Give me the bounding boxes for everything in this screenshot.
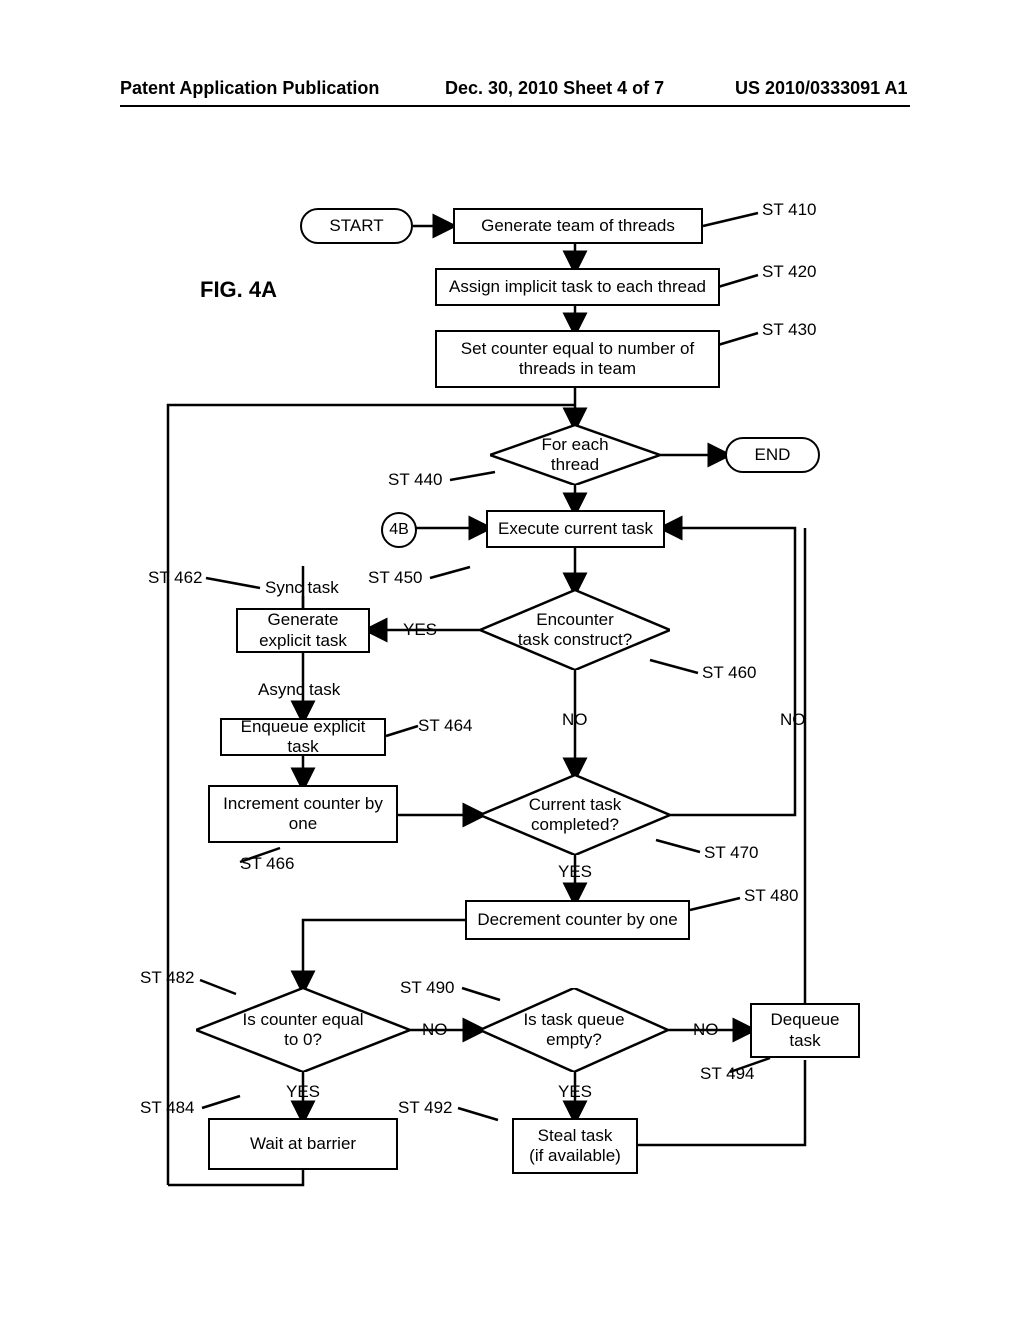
edge-sync: Sync task <box>265 578 339 598</box>
edge-yes-460: YES <box>403 620 437 640</box>
ref-440: ST 440 <box>388 470 443 490</box>
ref-470: ST 470 <box>704 843 759 863</box>
step-464: Enqueue explicit task <box>220 718 386 756</box>
edge-yes-470: YES <box>558 862 592 882</box>
step-480: Decrement counter by one <box>465 900 690 940</box>
ref-450: ST 450 <box>368 568 423 588</box>
terminal-start: START <box>300 208 413 244</box>
step-492: Steal task (if available) <box>512 1118 638 1174</box>
ref-420: ST 420 <box>762 262 817 282</box>
step-462: Generate explicit task <box>236 608 370 653</box>
ref-480: ST 480 <box>744 886 799 906</box>
edge-yes-482: YES <box>286 1082 320 1102</box>
offpage-connector-4b: 4B <box>381 512 417 548</box>
ref-410: ST 410 <box>762 200 817 220</box>
ref-460: ST 460 <box>702 663 757 683</box>
edge-yes-490: YES <box>558 1082 592 1102</box>
decision-440: For each thread <box>490 425 660 485</box>
ref-484: ST 484 <box>140 1098 195 1118</box>
edge-no-482: NO <box>422 1020 448 1040</box>
step-430: Set counter equal to number of threads i… <box>435 330 720 388</box>
decision-470: Current task completed? <box>480 775 670 855</box>
page: Patent Application Publication Dec. 30, … <box>0 0 1024 1320</box>
step-410: Generate team of threads <box>453 208 703 244</box>
decision-460: Encounter task construct? <box>480 590 670 670</box>
step-484: Wait at barrier <box>208 1118 398 1170</box>
decision-490: Is task queue empty? <box>480 988 668 1072</box>
edge-no-470: NO <box>780 710 806 730</box>
step-450: Execute current task <box>486 510 665 548</box>
ref-494: ST 494 <box>700 1064 755 1084</box>
terminal-end: END <box>725 437 820 473</box>
ref-492: ST 492 <box>398 1098 453 1118</box>
decision-482: Is counter equal to 0? <box>196 988 410 1072</box>
ref-466: ST 466 <box>240 854 295 874</box>
step-420: Assign implicit task to each thread <box>435 268 720 306</box>
edge-no-490: NO <box>693 1020 719 1040</box>
edge-no-460: NO <box>562 710 588 730</box>
ref-482: ST 482 <box>140 968 195 988</box>
ref-430: ST 430 <box>762 320 817 340</box>
ref-464: ST 464 <box>418 716 473 736</box>
ref-462: ST 462 <box>148 568 203 588</box>
step-466: Increment counter by one <box>208 785 398 843</box>
edge-async: Async task <box>258 680 340 700</box>
ref-490: ST 490 <box>400 978 455 998</box>
step-494: Dequeue task <box>750 1003 860 1058</box>
